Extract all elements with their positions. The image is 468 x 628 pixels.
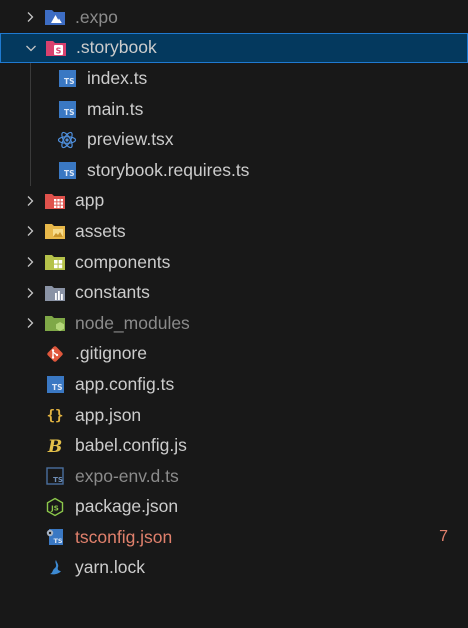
chevron-right-icon[interactable] bbox=[22, 193, 38, 209]
git-icon bbox=[44, 343, 66, 365]
chevron-right-icon[interactable] bbox=[22, 285, 38, 301]
tree-item-storybook-requires-ts[interactable]: TS storybook.requires.ts bbox=[0, 155, 468, 186]
tree-item-label: babel.config.js bbox=[75, 435, 187, 456]
typescript-file-icon: TS bbox=[56, 98, 78, 120]
tree-item-label: main.ts bbox=[87, 98, 144, 119]
typescript-file-icon: TS bbox=[56, 67, 78, 89]
json-braces-icon: {} bbox=[44, 404, 66, 426]
tree-item-label: expo-env.d.ts bbox=[75, 465, 179, 486]
typescript-def-icon: TS bbox=[44, 465, 66, 487]
tree-item-label: assets bbox=[75, 220, 126, 241]
tree-item-label: app.config.ts bbox=[75, 373, 175, 394]
file-explorer-tree: .expo S .storybook TS index.ts TS main.t… bbox=[0, 0, 468, 628]
tree-item-label: components bbox=[75, 251, 171, 272]
folder-assets-icon bbox=[44, 220, 66, 242]
svg-text:S: S bbox=[56, 46, 62, 55]
folder-node-icon bbox=[44, 312, 66, 334]
svg-text:{}: {} bbox=[47, 408, 64, 424]
tree-item-tsconfig-json[interactable]: TS tsconfig.json 7 bbox=[0, 522, 468, 553]
tree-item-storybook[interactable]: S .storybook bbox=[0, 32, 468, 64]
tree-item-index-ts[interactable]: TS index.ts bbox=[0, 63, 468, 94]
svg-text:JS: JS bbox=[50, 504, 59, 512]
folder-app-icon bbox=[44, 190, 66, 212]
tree-item-label: tsconfig.json bbox=[75, 526, 173, 547]
tsconfig-icon: TS bbox=[44, 526, 66, 548]
folder-storybook-icon: S bbox=[45, 37, 67, 59]
folder-expo-icon bbox=[44, 6, 66, 28]
tree-item-node-modules[interactable]: node_modules bbox=[0, 308, 468, 339]
tree-item-app-config-ts[interactable]: TS app.config.ts bbox=[0, 369, 468, 400]
tree-item-label: .expo bbox=[75, 6, 118, 27]
tree-item-preview-tsx[interactable]: preview.tsx bbox=[0, 124, 468, 155]
typescript-file-icon: TS bbox=[56, 159, 78, 181]
tree-item-label: node_modules bbox=[75, 312, 190, 333]
tree-item-label: storybook.requires.ts bbox=[87, 159, 250, 180]
yarn-icon bbox=[44, 557, 66, 579]
svg-text:TS: TS bbox=[53, 537, 62, 545]
chevron-right-icon[interactable] bbox=[22, 223, 38, 239]
tree-item-package-json[interactable]: JS package.json bbox=[0, 492, 468, 523]
babel-icon: B bbox=[44, 435, 66, 457]
tree-item-expo-env-d-ts[interactable]: TS expo-env.d.ts bbox=[0, 461, 468, 492]
tree-item-label: .gitignore bbox=[75, 343, 147, 364]
folder-components-icon bbox=[44, 251, 66, 273]
tree-item-label: package.json bbox=[75, 496, 179, 517]
tree-item-components[interactable]: components bbox=[0, 247, 468, 278]
tree-item-label: .storybook bbox=[76, 37, 157, 58]
svg-text:B: B bbox=[47, 437, 62, 456]
tree-item-label: preview.tsx bbox=[87, 129, 174, 150]
chevron-right-icon[interactable] bbox=[22, 254, 38, 270]
problems-count-badge: 7 bbox=[439, 528, 448, 546]
tree-item-babel-config-js[interactable]: B babel.config.js bbox=[0, 430, 468, 461]
tree-item-label: constants bbox=[75, 282, 150, 303]
chevron-right-icon[interactable] bbox=[22, 315, 38, 331]
tree-item-assets[interactable]: assets bbox=[0, 216, 468, 247]
tree-item-label: app.json bbox=[75, 404, 142, 425]
chevron-right-icon[interactable] bbox=[22, 9, 38, 25]
nodejs-icon: JS bbox=[44, 496, 66, 518]
tree-item-constants[interactable]: constants bbox=[0, 277, 468, 308]
svg-text:TS: TS bbox=[53, 476, 63, 484]
typescript-file-icon: TS bbox=[44, 373, 66, 395]
tree-item-label: yarn.lock bbox=[75, 557, 146, 578]
tree-item-label: app bbox=[75, 190, 105, 211]
tree-item-label: index.ts bbox=[87, 67, 148, 88]
tree-item-expo[interactable]: .expo bbox=[0, 2, 468, 33]
folder-constants-icon bbox=[44, 282, 66, 304]
react-file-icon bbox=[56, 129, 78, 151]
tree-item-gitignore[interactable]: .gitignore bbox=[0, 339, 468, 370]
tree-item-app[interactable]: app bbox=[0, 186, 468, 217]
tree-item-main-ts[interactable]: TS main.ts bbox=[0, 94, 468, 125]
chevron-down-icon[interactable] bbox=[23, 40, 39, 56]
tree-item-yarn-lock[interactable]: yarn.lock bbox=[0, 553, 468, 584]
tree-item-app-json[interactable]: {} app.json bbox=[0, 400, 468, 431]
